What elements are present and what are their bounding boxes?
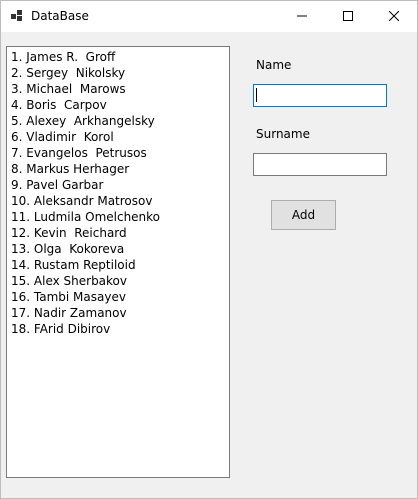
close-button[interactable]: [371, 1, 417, 32]
maximize-icon: [343, 10, 353, 24]
list-item[interactable]: 10. Aleksandr Matrosov: [11, 193, 229, 209]
list-item[interactable]: 14. Rustam Reptiloid: [11, 257, 229, 273]
database-app-icon: [11, 9, 25, 23]
list-item[interactable]: 13. Olga Kokoreva: [11, 241, 229, 257]
list-item[interactable]: 9. Pavel Garbar: [11, 177, 229, 193]
list-item[interactable]: 3. Michael Marows: [11, 81, 229, 97]
app-window: DataBase 1. James R. Groff 2. Sergey Niko…: [0, 0, 418, 499]
names-listbox[interactable]: 1. James R. Groff 2. Sergey Nikolsky 3. Mi…: [6, 46, 230, 478]
name-label: Name: [256, 58, 292, 72]
surname-input[interactable]: [253, 153, 387, 176]
list-item[interactable]: 7. Evangelos Petrusos: [11, 145, 229, 161]
title-bar[interactable]: DataBase: [1, 1, 417, 32]
list-item[interactable]: 11. Ludmila Omelchenko: [11, 209, 229, 225]
minimize-button[interactable]: [279, 1, 325, 32]
list-item[interactable]: 17. Nadir Zamanov: [11, 305, 229, 321]
list-item[interactable]: 12. Kevin Reichard: [11, 225, 229, 241]
close-icon: [388, 10, 400, 24]
list-item[interactable]: 1. James R. Groff: [11, 49, 229, 65]
names-list: 1. James R. Groff 2. Sergey Nikolsky 3. Mi…: [7, 47, 229, 337]
list-item[interactable]: 5. Alexey Arkhangelsky: [11, 113, 229, 129]
name-input[interactable]: [253, 84, 387, 107]
maximize-button[interactable]: [325, 1, 371, 32]
window-title: DataBase: [31, 9, 89, 23]
surname-label: Surname: [256, 127, 310, 141]
list-item[interactable]: 6. Vladimir Korol: [11, 129, 229, 145]
add-button[interactable]: Add: [271, 200, 336, 230]
list-item[interactable]: 15. Alex Sherbakov: [11, 273, 229, 289]
list-item[interactable]: 2. Sergey Nikolsky: [11, 65, 229, 81]
minimize-icon: [297, 10, 307, 24]
list-item[interactable]: 4. Boris Carpov: [11, 97, 229, 113]
list-item[interactable]: 16. Tambi Masayev: [11, 289, 229, 305]
list-item[interactable]: 8. Markus Herhager: [11, 161, 229, 177]
list-item[interactable]: 18. FArid Dibirov: [11, 321, 229, 337]
text-caret: [256, 88, 257, 102]
